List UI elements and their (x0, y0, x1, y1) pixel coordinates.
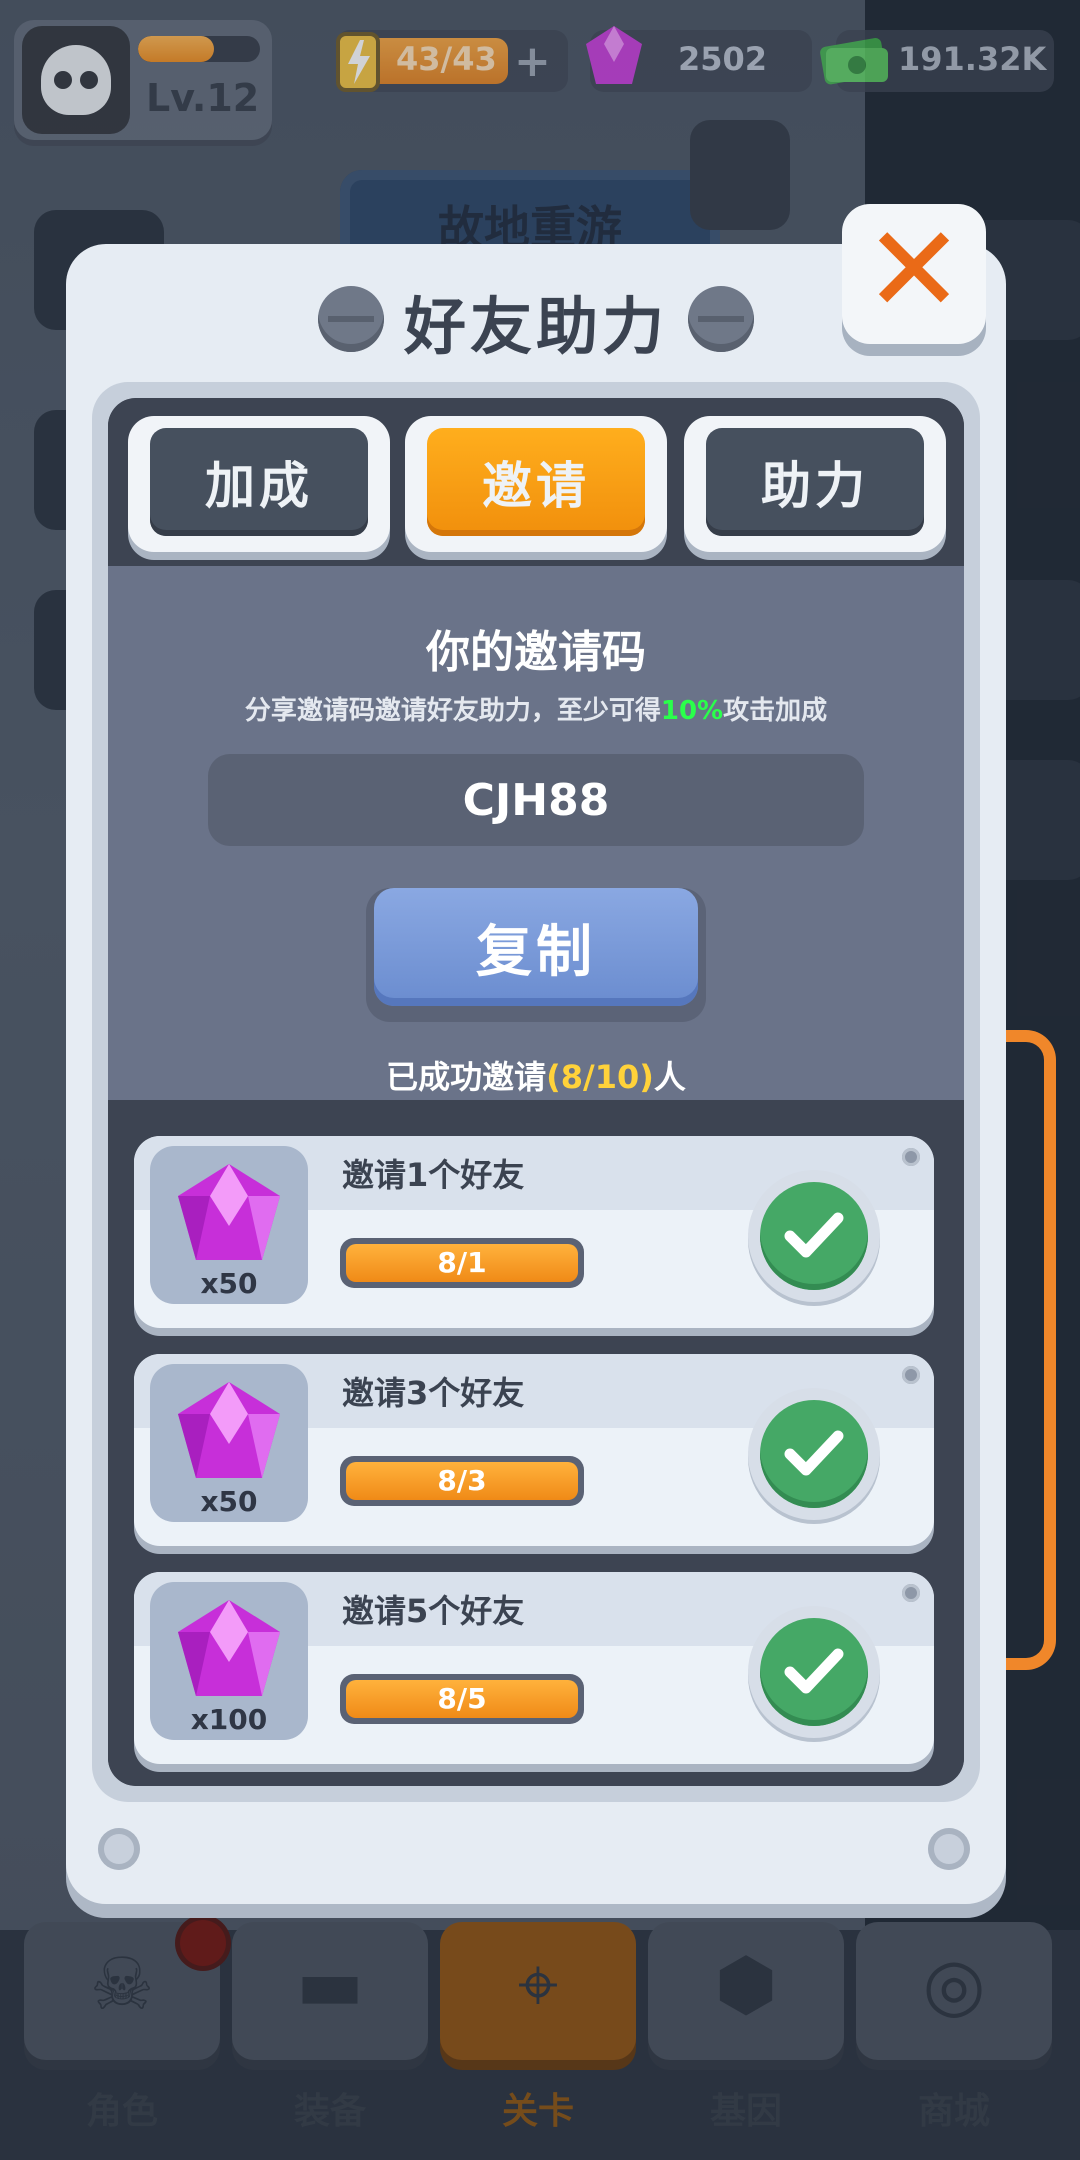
dialog-side-handle (1006, 1030, 1056, 1670)
tab-bonus[interactable]: 加成 (128, 416, 390, 552)
reward-gem-slot: x50 (150, 1146, 308, 1304)
invite-description-text: 分享邀请码邀请好友助力，至少可得 (244, 696, 661, 726)
energy-battery-icon (336, 32, 380, 92)
invite-code-field[interactable]: CJH88 (208, 754, 864, 846)
invite-bonus-percent: 10% (660, 696, 724, 726)
reward-gem-slot: x50 (150, 1364, 308, 1522)
invite-count-suffix: 人 (653, 1058, 686, 1096)
gem-icon (586, 26, 642, 84)
reward-label: 邀请5个好友 (342, 1592, 525, 1630)
tab-invite-label: 邀请 (427, 428, 645, 536)
player-avatar (22, 26, 130, 134)
screw-icon (98, 1828, 140, 1870)
reward-progress-text: 8/1 (437, 1246, 487, 1279)
energy-value: 43/43 (396, 40, 497, 78)
close-button[interactable]: ✕ (842, 204, 986, 344)
reward-claimed-button[interactable] (748, 1606, 880, 1738)
energy-counter[interactable]: 43/43 + (336, 30, 568, 92)
dialog-frame: 加成 邀请 助力 你的邀请码 分享邀请码邀请好友助力，至少可得10%攻击加成 C… (92, 382, 980, 1802)
reward-claimed-button[interactable] (748, 1170, 880, 1302)
reward-gem-count: x50 (200, 1485, 258, 1518)
gem-icon (178, 1164, 280, 1260)
reward-item: x50 邀请3个好友 8/3 (134, 1354, 934, 1546)
invite-count: 已成功邀请(8/10)人 (108, 1052, 964, 1098)
corner-dot (902, 1366, 920, 1384)
close-icon: ✕ (863, 201, 965, 340)
reward-progress-text: 8/3 (437, 1464, 487, 1497)
reward-gem-slot: x100 (150, 1582, 308, 1740)
copy-button-label: 复制 (374, 888, 698, 1006)
invite-count-text: 已成功邀请 (386, 1058, 547, 1096)
xp-bar-fill (138, 36, 214, 62)
reward-progress-bar: 8/5 (340, 1674, 584, 1724)
reward-progress-bar: 8/1 (340, 1238, 584, 1288)
cash-counter[interactable]: 191.32K (820, 30, 1054, 92)
invite-count-value: (8/10) (546, 1058, 654, 1096)
dialog-panel: 加成 邀请 助力 你的邀请码 分享邀请码邀请好友助力，至少可得10%攻击加成 C… (108, 398, 964, 1786)
gem-icon (178, 1382, 280, 1478)
checkmark-icon (784, 1430, 844, 1476)
screw-icon (928, 1828, 970, 1870)
gem-counter[interactable]: 2502 (586, 26, 812, 92)
gem-value: 2502 (678, 40, 768, 78)
tab-assist-label: 助力 (706, 428, 924, 536)
xp-bar (138, 36, 260, 62)
cash-value: 191.32K (898, 40, 1047, 78)
reward-item: x100 邀请5个好友 8/5 (134, 1572, 934, 1764)
corner-dot (902, 1584, 920, 1602)
cash-icon (820, 38, 888, 85)
invite-description-suffix: 攻击加成 (723, 696, 828, 726)
rivet-icon (688, 286, 754, 352)
invite-section: 你的邀请码 分享邀请码邀请好友助力，至少可得10%攻击加成 CJH88 复制 已… (108, 566, 964, 1100)
reward-claimed-button[interactable] (748, 1388, 880, 1520)
invite-description: 分享邀请码邀请好友助力，至少可得10%攻击加成 (108, 690, 964, 727)
tab-bar: 加成 邀请 助力 (108, 398, 964, 566)
copy-button[interactable]: 复制 (366, 888, 706, 1022)
reward-label: 邀请3个好友 (342, 1374, 525, 1412)
reward-progress-text: 8/5 (437, 1682, 487, 1715)
reward-progress-bar: 8/3 (340, 1456, 584, 1506)
tab-bonus-label: 加成 (150, 428, 368, 536)
top-hud: Lv.12 43/43 + 2502 191.32K (0, 0, 1080, 150)
reward-gem-count: x100 (190, 1703, 268, 1736)
reward-list: x50 邀请1个好友 8/1 x50 邀请3个好友 8/3 x100 邀请5个好… (108, 1100, 964, 1786)
reward-gem-count: x50 (200, 1267, 258, 1300)
friend-assist-dialog: 好友助力 加成 邀请 助力 你的邀请码 分享邀请码邀请好友助力，至少可得10%攻… (66, 244, 1006, 1904)
tab-invite[interactable]: 邀请 (405, 416, 667, 552)
corner-dot (902, 1148, 920, 1166)
plus-icon[interactable]: + (514, 36, 551, 87)
tab-assist[interactable]: 助力 (684, 416, 946, 552)
reward-label: 邀请1个好友 (342, 1156, 525, 1194)
checkmark-icon (784, 1648, 844, 1694)
player-level: Lv.12 (146, 76, 260, 120)
skull-avatar-icon (41, 45, 111, 115)
reward-item: x50 邀请1个好友 8/1 (134, 1136, 934, 1328)
gem-icon (178, 1600, 280, 1696)
invite-code-title: 你的邀请码 (426, 627, 646, 678)
checkmark-icon (784, 1212, 844, 1258)
player-profile[interactable]: Lv.12 (14, 20, 272, 140)
